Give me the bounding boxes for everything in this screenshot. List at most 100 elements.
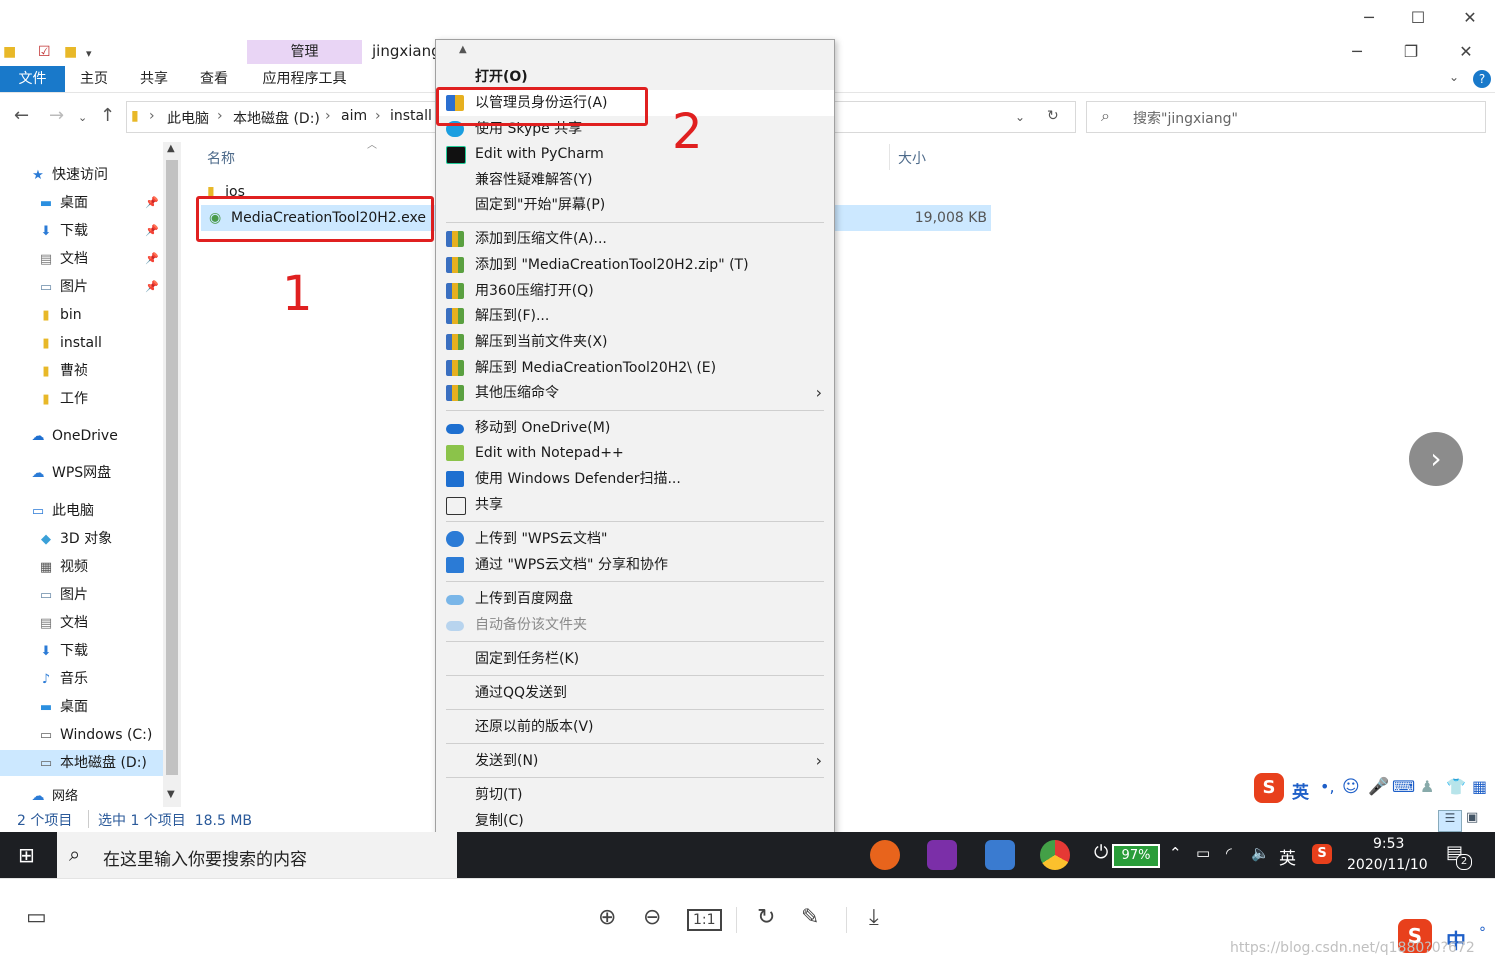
nav-bin[interactable]: ▮ bin (36, 302, 81, 328)
nav-pictures[interactable]: ▭ 图片 (36, 274, 88, 300)
nav-videos[interactable]: ▦ 视频 (36, 554, 88, 580)
menu-extract-folder[interactable]: 解压到 MediaCreationTool20H2\ (E) (436, 355, 834, 381)
menu-send-qq[interactable]: 通过QQ发送到 (436, 680, 834, 706)
chevron-down-icon[interactable]: ⌄ (1449, 70, 1459, 84)
customize-toolbar-icon[interactable]: ▾ (86, 47, 92, 60)
nav-documents[interactable]: ▤ 文档 (36, 246, 88, 272)
wifi-icon[interactable]: ◜ (1226, 844, 1232, 862)
menu-add-zip[interactable]: 添加到 "MediaCreationTool20H2.zip" (T) (436, 252, 834, 278)
sogou-logo-icon[interactable]: S (1254, 773, 1284, 803)
minimize-button[interactable]: ─ (1334, 34, 1380, 70)
menu-send-to[interactable]: 发送到(N) › (436, 748, 834, 774)
ime-language[interactable]: 英 (1292, 778, 1309, 803)
punctuation-icon[interactable]: ° (1479, 925, 1486, 941)
toolbox-icon[interactable]: ▦ (1472, 777, 1487, 796)
breadcrumb-install[interactable]: install (390, 108, 432, 124)
power-plug-icon[interactable]: ⏻ (1094, 842, 1108, 863)
taskbar-search[interactable]: ⌕ 在这里输入你要搜索的内容 (57, 832, 457, 878)
scroll-up-icon[interactable]: ▲ (459, 44, 467, 55)
tab-home[interactable]: 主页 (80, 66, 108, 92)
menu-copy[interactable]: 复制(C) (436, 808, 834, 834)
nav-scrollbar[interactable]: ▲ ▼ (163, 142, 181, 807)
menu-more-compress[interactable]: 其他压缩命令 › (436, 380, 834, 406)
nav-drive-c[interactable]: ▭ Windows (C:) (36, 722, 153, 748)
folder-icon[interactable]: ■ (3, 44, 16, 60)
nav-quick-access[interactable]: ★ 快速访问 (28, 162, 108, 188)
download-icon[interactable]: ⤓ (869, 905, 879, 930)
details-view-icon[interactable]: ☰ (1438, 810, 1462, 832)
menu-add-archive[interactable]: 添加到压缩文件(A)... (436, 226, 834, 252)
clock-time[interactable]: 9:53 (1373, 836, 1404, 852)
firefox-icon[interactable] (870, 840, 900, 870)
nav-pc-desktop[interactable]: ▬ 桌面 (36, 694, 88, 720)
microphone-icon[interactable]: 🎤 (1368, 777, 1389, 797)
menu-extract-to[interactable]: 解压到(F)... (436, 303, 834, 329)
chevron-up-icon[interactable]: ⌃ (1169, 844, 1182, 862)
menu-upload-wps[interactable]: 上传到 "WPS云文档" (436, 526, 834, 552)
nav-desktop[interactable]: ▬ 桌面 (36, 190, 88, 216)
volume-icon[interactable]: 🔈 (1251, 844, 1270, 862)
nav-drive-d[interactable]: ▭ 本地磁盘 (D:) (0, 750, 163, 776)
tab-application-tools[interactable]: 应用程序工具 (247, 66, 362, 92)
new-folder-icon[interactable]: ■ (64, 44, 77, 60)
pin-icon[interactable]: 📌 (145, 196, 159, 209)
nav-work[interactable]: ▮ 工作 (36, 386, 88, 412)
menu-compat-troubleshoot[interactable]: 兼容性疑难解答(Y) (436, 167, 834, 193)
skin-icon[interactable]: 👕 (1446, 777, 1466, 796)
viewer-maximize-button[interactable]: ☐ (1395, 0, 1441, 36)
input-language[interactable]: 英 (1279, 844, 1296, 869)
pin-icon[interactable]: 📌 (145, 224, 159, 237)
menu-cut[interactable]: 剪切(T) (436, 782, 834, 808)
zoom-in-icon[interactable]: ⊕ (598, 905, 616, 930)
menu-restore-versions[interactable]: 还原以前的版本(V) (436, 714, 834, 740)
menu-move-onedrive[interactable]: 移动到 OneDrive(M) (436, 415, 834, 441)
viewer-close-button[interactable]: ✕ (1447, 0, 1493, 36)
pin-icon[interactable]: 📌 (145, 252, 159, 265)
refresh-icon[interactable]: ↻ (1047, 108, 1059, 124)
large-icons-view-icon[interactable]: ▣ (1466, 810, 1478, 825)
scroll-thumb[interactable] (166, 160, 178, 775)
chrome-icon[interactable] (1040, 840, 1070, 870)
column-name[interactable]: 名称 (207, 148, 235, 168)
windows-start-icon[interactable]: ⊞ (18, 843, 35, 867)
rotate-icon[interactable]: ↻ (757, 905, 775, 930)
clock-date[interactable]: 2020/11/10 (1347, 857, 1428, 873)
menu-pin-start[interactable]: 固定到"开始"屏幕(P) (436, 192, 834, 218)
next-image-button[interactable]: › (1409, 432, 1463, 486)
recent-chevron-icon[interactable]: ⌄ (78, 111, 87, 124)
menu-share-wps[interactable]: 通过 "WPS云文档" 分享和协作 (436, 552, 834, 578)
zoom-out-icon[interactable]: ⊖ (643, 905, 661, 930)
menu-open-360zip[interactable]: 用360压缩打开(Q) (436, 278, 834, 304)
nav-caozhen[interactable]: ▮ 曹祯 (36, 358, 88, 384)
nav-3d-objects[interactable]: ◆ 3D 对象 (36, 526, 112, 552)
properties-icon[interactable]: ☑ (38, 44, 51, 60)
user-icon[interactable]: ♟ (1420, 777, 1434, 796)
nav-onedrive[interactable]: ☁ OneDrive (28, 423, 118, 449)
nav-this-pc[interactable]: ▭ 此电脑 (28, 498, 94, 524)
thumbnails-icon[interactable]: ▭ (26, 905, 47, 930)
tab-view[interactable]: 查看 (200, 66, 228, 92)
restore-button[interactable]: ❐ (1388, 34, 1434, 70)
edit-icon[interactable]: ✎ (801, 905, 819, 930)
menu-defender-scan[interactable]: 使用 Windows Defender扫描... (436, 466, 834, 492)
nav-pc-pictures[interactable]: ▭ 图片 (36, 582, 88, 608)
nav-wps-drive[interactable]: ☁ WPS网盘 (28, 460, 112, 486)
nav-downloads[interactable]: ⬇ 下载 (36, 218, 88, 244)
menu-edit-notepadpp[interactable]: Edit with Notepad++ (436, 440, 834, 466)
menu-edit-pycharm[interactable]: Edit with PyCharm (436, 141, 834, 167)
up-arrow-icon[interactable]: ↑ (100, 105, 115, 126)
menu-upload-baidu[interactable]: 上传到百度网盘 (436, 586, 834, 612)
sogou-tray-icon[interactable]: S (1312, 844, 1332, 864)
punctuation-icon[interactable]: •, (1320, 777, 1335, 796)
tab-share[interactable]: 共享 (140, 66, 168, 92)
close-button[interactable]: ✕ (1443, 34, 1489, 70)
scroll-up-icon[interactable]: ▲ (167, 143, 175, 154)
search-box[interactable]: ⌕ 搜索"jingxiang" (1086, 101, 1486, 133)
nav-pc-documents[interactable]: ▤ 文档 (36, 610, 88, 636)
battery-icon[interactable]: ▭ (1196, 844, 1210, 862)
onenote-icon[interactable] (927, 840, 957, 870)
menu-share[interactable]: 共享 (436, 492, 834, 518)
remote-desktop-icon[interactable] (985, 840, 1015, 870)
menu-extract-here[interactable]: 解压到当前文件夹(X) (436, 329, 834, 355)
emoji-icon[interactable]: ☺ (1342, 777, 1360, 797)
